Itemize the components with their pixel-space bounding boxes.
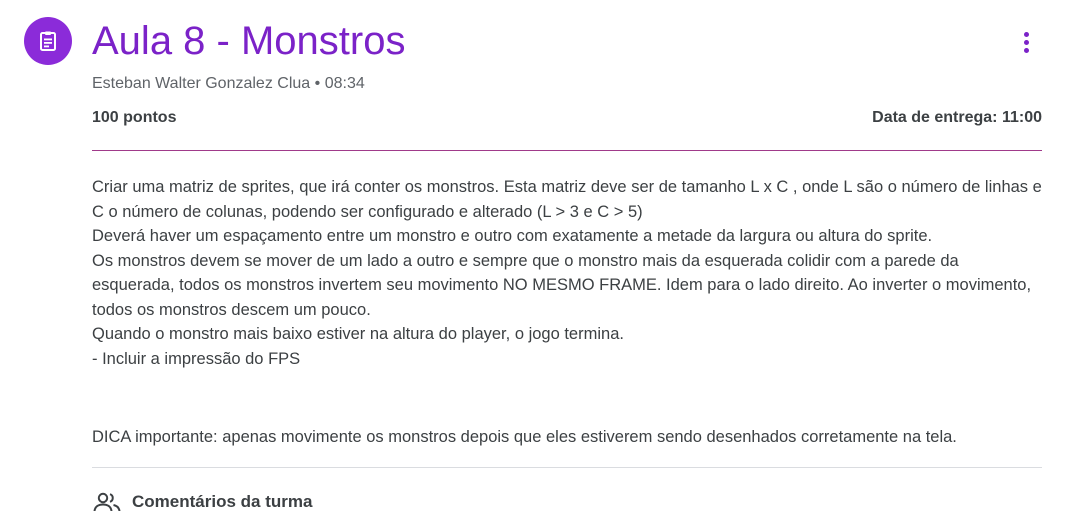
comments-label: Comentários da turma [132, 492, 313, 511]
more-vert-icon [1023, 31, 1029, 37]
description-line: Deverá haver um espaçamento entre um mon… [92, 227, 933, 245]
page-title: Aula 8 - Monstros [92, 19, 406, 63]
meta-separator: • [314, 75, 321, 92]
assignment-description: Criar uma matriz de sprites, que irá con… [92, 175, 1042, 371]
due-date-label: Data de entrega: 11:00 [872, 109, 1042, 126]
class-comments-button[interactable]: Comentários da turma [92, 490, 312, 511]
posted-time: 08:34 [324, 75, 365, 92]
description-line: - Incluir a impressão do FPS [92, 349, 301, 368]
description-line: Criar uma matriz de sprites, que irá con… [92, 178, 1042, 221]
points-label: 100 pontos [92, 109, 177, 126]
assignment-page: Aula 8 - Monstros Esteban Walter Gonzale… [0, 0, 1075, 511]
description-line: Os monstros devem se mover de um lado a … [92, 251, 1032, 319]
post-meta: Esteban Walter Gonzalez Clua • 08:34 [92, 74, 365, 94]
clipboard-icon [40, 31, 56, 51]
description-line: Quando o monstro mais baixo estiver na a… [92, 325, 624, 343]
header-divider [92, 150, 1042, 151]
assignment-icon [24, 17, 72, 65]
comments-divider [92, 467, 1042, 468]
author-name: Esteban Walter Gonzalez Clua [92, 75, 311, 92]
more-options-button[interactable] [1010, 24, 1042, 60]
description-tip: DICA importante: apenas movimente os mon… [92, 428, 957, 446]
people-icon [93, 492, 121, 511]
